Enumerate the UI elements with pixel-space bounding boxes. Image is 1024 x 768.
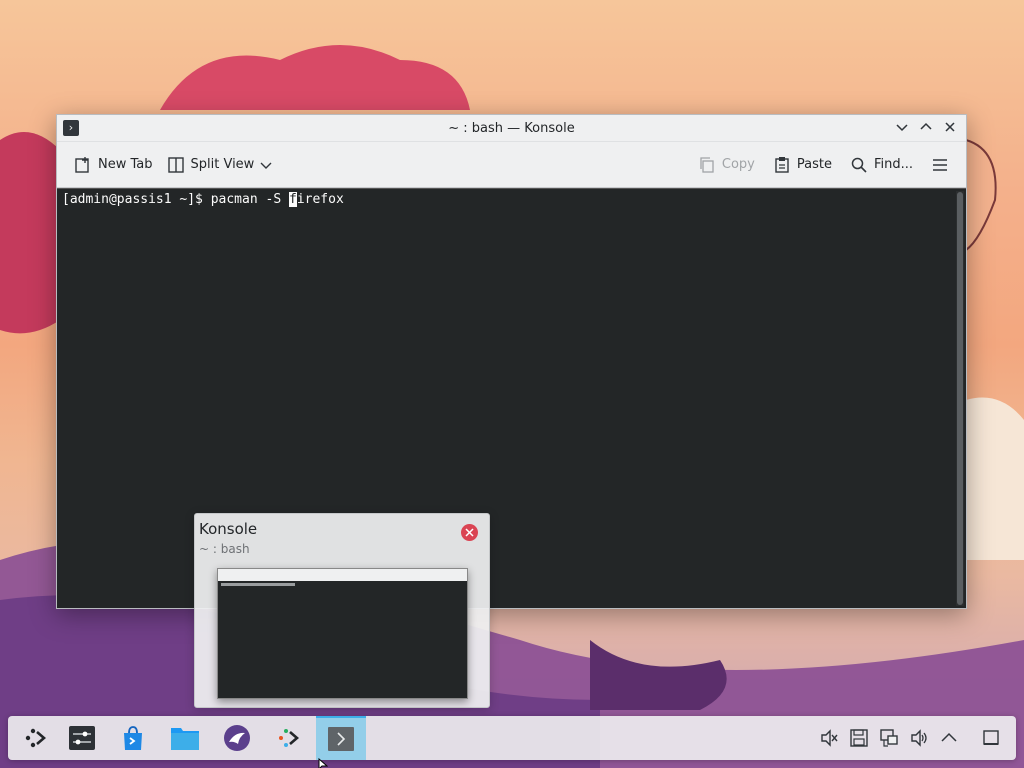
copy-button[interactable]: Copy: [691, 150, 762, 180]
konsole-toolbar: New Tab Split View Copy Paste Find...: [57, 142, 966, 188]
kde-connect-icon: [279, 729, 299, 747]
tray-expand-button[interactable]: [938, 727, 960, 749]
thumbnail-text-line: [221, 583, 295, 586]
chevron-up-icon: [941, 732, 957, 742]
paste-label: Paste: [796, 157, 832, 172]
close-icon: [465, 528, 474, 537]
new-tab-label: New Tab: [98, 157, 153, 172]
split-view-button[interactable]: Split View: [160, 150, 280, 180]
kde-connect-button[interactable]: [264, 716, 314, 760]
dolphin-file-manager-button[interactable]: [160, 716, 210, 760]
terminal-prompt: [admin@passis1 ~]$ pacman -S: [62, 192, 289, 207]
window-title: ~ : bash — Konsole: [448, 121, 575, 136]
terminal-scrollbar[interactable]: [956, 191, 964, 606]
paste-icon: [775, 156, 789, 173]
titlebar[interactable]: › ~ : bash — Konsole: [57, 115, 966, 142]
krita-icon: [224, 725, 250, 751]
hamburger-menu-button[interactable]: [924, 150, 956, 180]
copy-icon: [700, 156, 714, 173]
scrollbar-thumb[interactable]: [957, 192, 963, 605]
thumbnail-toolbar: [218, 569, 467, 581]
terminal-after-cursor: irefox: [296, 192, 344, 207]
audio-muted-tray[interactable]: [818, 727, 840, 749]
discover-store-button[interactable]: [108, 716, 158, 760]
find-label: Find...: [873, 157, 913, 172]
show-desktop-icon: [983, 730, 999, 745]
mouse-pointer-icon: [318, 758, 328, 768]
taskbar-panel: [8, 716, 1016, 760]
show-desktop-button[interactable]: [980, 727, 1002, 749]
task-preview-tooltip[interactable]: Konsole ~ : bash: [194, 513, 490, 708]
konsole-icon: [328, 727, 354, 751]
chevron-up-icon: [920, 122, 932, 130]
disk-save-tray[interactable]: [848, 727, 870, 749]
new-tab-icon: [75, 156, 89, 173]
close-button[interactable]: [940, 119, 960, 139]
network-wired-tray[interactable]: [878, 727, 900, 749]
terminal-cursor: f: [288, 192, 297, 207]
konsole-window: › ~ : bash — Konsole New Tab Split View …: [56, 114, 967, 609]
volume-tray[interactable]: [908, 727, 930, 749]
window-thumbnail[interactable]: [217, 568, 468, 699]
system-settings-button[interactable]: [57, 716, 107, 760]
paste-button[interactable]: Paste: [766, 150, 839, 180]
tooltip-close-button[interactable]: [461, 524, 478, 541]
copy-label: Copy: [721, 157, 755, 172]
maximize-button[interactable]: [916, 119, 936, 139]
network-wired-icon: [880, 729, 898, 747]
konsole-task-button[interactable]: [316, 716, 366, 760]
discover-store-icon: [124, 726, 142, 750]
new-tab-button[interactable]: New Tab: [67, 150, 160, 180]
terminal-command-line: [admin@passis1 ~]$ pacman -S firefox: [62, 191, 344, 208]
find-button[interactable]: Find...: [843, 150, 920, 180]
minimize-button[interactable]: [892, 119, 912, 139]
tooltip-title: Konsole: [199, 520, 258, 538]
chevron-down-icon: [260, 162, 272, 169]
volume-icon: [911, 729, 927, 747]
search-icon: [851, 157, 867, 173]
hamburger-menu-icon: [933, 158, 947, 171]
split-view-icon: [167, 156, 184, 173]
split-view-label: Split View: [190, 157, 255, 172]
chevron-down-icon: [896, 124, 908, 132]
disk-save-icon: [850, 729, 868, 747]
application-launcher-button[interactable]: [10, 716, 60, 760]
krita-button[interactable]: [212, 716, 262, 760]
application-launcher-icon: [25, 728, 46, 748]
audio-muted-icon: [821, 729, 838, 747]
close-icon: [945, 122, 955, 132]
system-settings-icon: [69, 726, 95, 750]
tooltip-subtitle: ~ : bash: [199, 542, 250, 556]
dolphin-folder-icon: [171, 728, 199, 750]
